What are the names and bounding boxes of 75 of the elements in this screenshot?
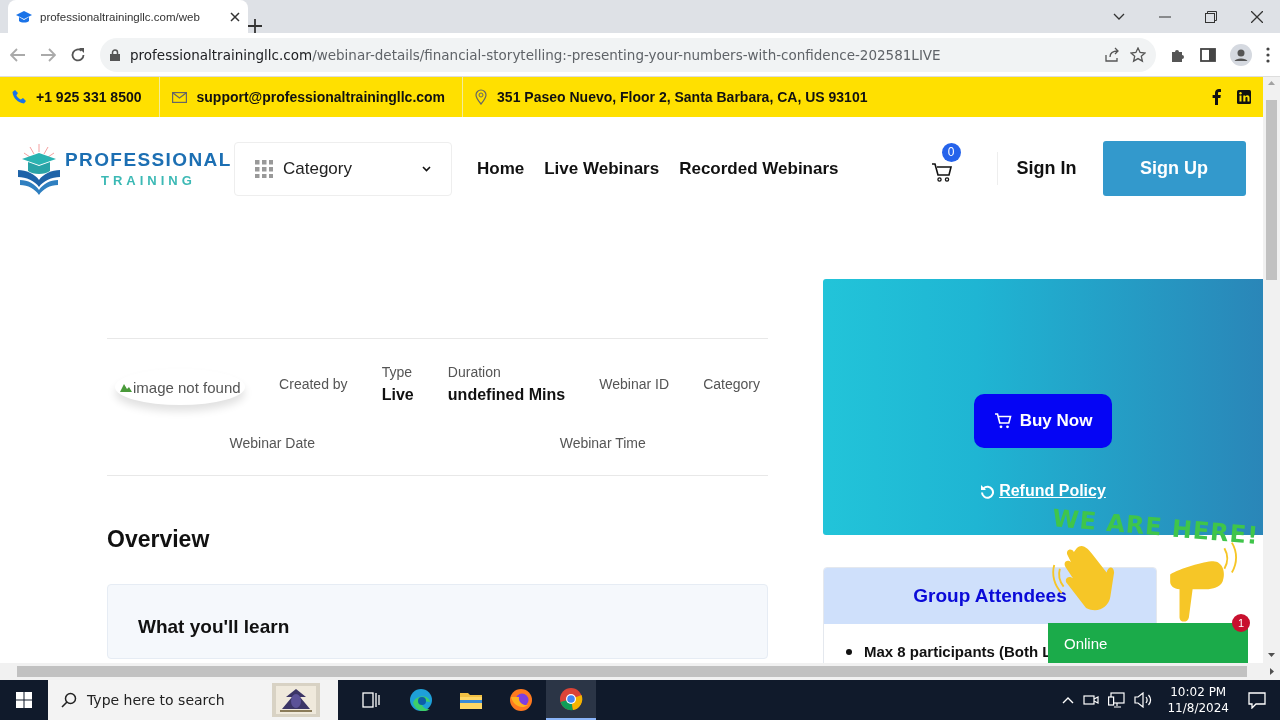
nav-link[interactable]: Live Webinars bbox=[544, 158, 660, 179]
field-value: undefined Mins bbox=[447, 386, 566, 404]
minimize-icon[interactable] bbox=[1159, 15, 1171, 18]
email-link[interactable]: support@professionaltrainingllc.com bbox=[196, 89, 446, 105]
close-icon[interactable] bbox=[1251, 10, 1263, 23]
notification-badge: 1 bbox=[1232, 614, 1250, 632]
cart-icon[interactable] bbox=[930, 160, 953, 183]
camera-icon[interactable] bbox=[1083, 692, 1100, 708]
notification-icon[interactable] bbox=[1248, 691, 1266, 709]
phone-icon bbox=[12, 90, 26, 104]
sign-in-link[interactable]: Sign In bbox=[1016, 158, 1077, 179]
image-alt-text: image not found bbox=[133, 378, 241, 396]
restore-icon[interactable] bbox=[1205, 10, 1217, 23]
facebook-icon[interactable] bbox=[1212, 89, 1221, 105]
envelope-icon bbox=[171, 91, 187, 103]
task-view-icon[interactable] bbox=[362, 692, 380, 708]
reload-icon[interactable] bbox=[70, 46, 86, 63]
folder-icon[interactable] bbox=[460, 691, 482, 709]
new-tab-icon[interactable] bbox=[248, 19, 262, 33]
field-value: Live bbox=[381, 386, 414, 404]
field-label: Webinar Date bbox=[229, 435, 315, 451]
panel-heading: What you'll learn bbox=[138, 616, 291, 638]
phone-link[interactable]: +1 925 331 8500 bbox=[36, 89, 142, 105]
field-label: Webinar Time bbox=[559, 435, 646, 451]
address-text: 351 Paseo Nuevo, Floor 2, Santa Barbara, CA, US 93101 bbox=[497, 89, 868, 105]
side-panel-icon[interactable] bbox=[1200, 47, 1216, 62]
field-label: Category bbox=[703, 376, 760, 392]
arrow-right-icon bbox=[1270, 668, 1274, 675]
windows-icon[interactable] bbox=[16, 692, 32, 708]
logo-icon bbox=[16, 141, 62, 196]
section-heading: Overview bbox=[107, 526, 211, 553]
buy-now-button[interactable]: Buy Now bbox=[974, 394, 1112, 448]
firefox-icon[interactable] bbox=[509, 688, 533, 712]
chevron-down-icon bbox=[422, 165, 431, 172]
nav-link[interactable]: Recorded Webinars bbox=[679, 158, 839, 179]
search-icon bbox=[61, 692, 77, 708]
chrome-icon[interactable] bbox=[559, 687, 583, 711]
taskbar-search-field[interactable]: Type here to search bbox=[48, 680, 338, 720]
volume-icon[interactable] bbox=[1134, 692, 1153, 708]
location-pin-icon bbox=[475, 89, 488, 105]
url-text[interactable]: professionaltrainingllc.com/webinar-details/financial-storytelling:-presenting-your-numbers-with-confidence-202581LIVE bbox=[130, 46, 1094, 63]
grid-icon bbox=[255, 159, 273, 178]
taskbar-clock[interactable]: 10:02 PM 11/8/2024 bbox=[1167, 684, 1229, 716]
address-bar[interactable]: professionaltrainingllc.com/webinar-details/financial-storytelling:-presenting-your-numbers-with-confidence-202581LIVE bbox=[100, 37, 1156, 72]
arrow-down-icon bbox=[1268, 653, 1275, 657]
cart-icon bbox=[993, 413, 1012, 429]
field-label: Duration bbox=[447, 364, 502, 380]
vertical-scrollbar[interactable] bbox=[1263, 77, 1280, 663]
chat-banner-text: WE ARE HERE! bbox=[1051, 504, 1261, 550]
share-icon[interactable] bbox=[1104, 46, 1120, 63]
browser-tab[interactable]: professionaltrainingllc.com/web bbox=[8, 0, 248, 33]
network-icon[interactable] bbox=[1108, 692, 1126, 708]
arrow-up-icon bbox=[1268, 81, 1275, 85]
logo-text: PROFESSIONAL bbox=[65, 149, 232, 171]
chevron-up-icon[interactable] bbox=[1062, 696, 1075, 704]
category-dropdown[interactable]: Category bbox=[234, 141, 452, 196]
field-label: Created by bbox=[279, 376, 348, 392]
undo-icon bbox=[980, 483, 996, 499]
bullet-icon bbox=[846, 649, 852, 655]
logo-text: TRAINING bbox=[100, 173, 196, 188]
star-icon[interactable] bbox=[1130, 46, 1146, 63]
profile-icon[interactable] bbox=[1230, 43, 1252, 66]
nav-link[interactable]: Home bbox=[477, 158, 525, 179]
graduation-cap-icon bbox=[16, 10, 32, 23]
more-icon[interactable] bbox=[1266, 46, 1270, 63]
chevron-down-icon[interactable] bbox=[1113, 12, 1125, 21]
search-placeholder: Type here to search bbox=[87, 692, 226, 708]
linkedin-icon[interactable] bbox=[1237, 90, 1251, 104]
edge-icon[interactable] bbox=[409, 688, 433, 712]
field-label: Type bbox=[381, 364, 414, 380]
cart-count-badge: 0 bbox=[941, 142, 961, 162]
field-label: Webinar ID bbox=[599, 376, 670, 392]
close-icon[interactable] bbox=[230, 11, 240, 22]
horizontal-scrollbar[interactable] bbox=[0, 663, 1280, 680]
lock-icon bbox=[110, 48, 120, 61]
